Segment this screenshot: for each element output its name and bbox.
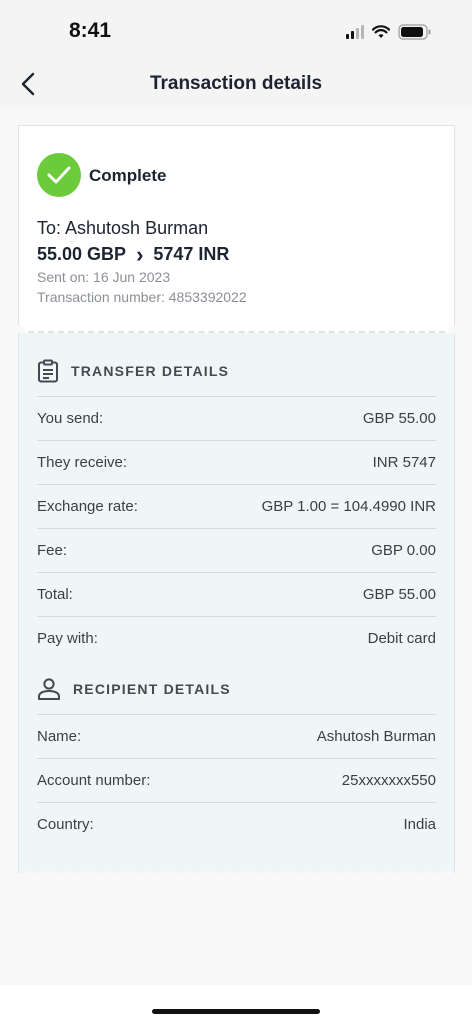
details-card: TRANSFER DETAILS You send: GBP 55.00 The… <box>18 333 455 873</box>
detail-label: You send: <box>37 410 104 427</box>
detail-label: They receive: <box>37 454 128 471</box>
detail-row-fee: Fee: GBP 0.00 <box>37 528 436 572</box>
send-amount: 55.00 GBP <box>37 244 127 264</box>
detail-value: India <box>403 816 436 833</box>
detail-label: Pay with: <box>37 630 98 647</box>
battery-icon <box>398 24 431 40</box>
detail-row-you-send: You send: GBP 55.00 <box>37 396 436 440</box>
detail-value: Debit card <box>367 630 436 647</box>
detail-value: GBP 55.00 <box>362 410 436 427</box>
transaction-number: Transaction number: 4853392022 <box>37 289 247 305</box>
status-check-badge <box>37 153 81 197</box>
status-bar: 8:41 <box>0 0 472 60</box>
status-time: 8:41 <box>69 19 112 42</box>
sent-on-date: Sent on: 16 Jun 2023 <box>37 269 171 285</box>
person-icon <box>38 678 60 700</box>
detail-label: Fee: <box>37 542 68 559</box>
status-label: Complete <box>89 166 167 185</box>
detail-row-they-receive: They receive: INR 5747 <box>37 440 436 484</box>
detail-value: INR 5747 <box>372 454 436 471</box>
detail-label: Name: <box>37 728 82 745</box>
receive-amount: 5747 INR <box>153 244 230 264</box>
recipient-details-header: RECIPIENT DETAILS <box>37 678 231 700</box>
detail-label: Exchange rate: <box>37 498 138 515</box>
signal-icon <box>346 25 364 39</box>
check-icon <box>47 166 71 184</box>
recipient-row-account-number: Account number: 25xxxxxxx550 <box>37 758 436 802</box>
recipient-line: To: Ashutosh Burman <box>37 218 209 238</box>
ticket-scalloped-edge <box>18 866 455 876</box>
recipient-row-country: Country: India <box>37 802 436 846</box>
detail-row-exchange-rate: Exchange rate: GBP 1.00 = 104.4990 INR <box>37 484 436 528</box>
detail-value: GBP 1.00 = 104.4990 INR <box>261 498 436 515</box>
wifi-icon <box>372 25 390 38</box>
arrow-icon: › <box>136 241 144 267</box>
detail-row-pay-with: Pay with: Debit card <box>37 616 436 660</box>
detail-label: Account number: <box>37 772 151 789</box>
amount-line: 55.00 GBP › 5747 INR <box>37 241 230 267</box>
clipboard-icon <box>38 359 58 383</box>
recipient-row-name: Name: Ashutosh Burman <box>37 714 436 758</box>
nav-bar: Transaction details <box>0 60 472 108</box>
detail-value: 25xxxxxxx550 <box>341 772 436 789</box>
status-icons <box>346 24 432 40</box>
transfer-details-header: TRANSFER DETAILS <box>37 359 229 383</box>
detail-value: GBP 55.00 <box>362 586 436 603</box>
page-title: Transaction details <box>149 73 323 94</box>
detail-value: Ashutosh Burman <box>316 728 436 745</box>
home-indicator-area <box>0 985 472 1024</box>
detail-row-total: Total: GBP 55.00 <box>37 572 436 616</box>
transaction-summary-card: Complete To: Ashutosh Burman 55.00 GBP ›… <box>18 125 455 333</box>
transfer-details-heading: TRANSFER DETAILS <box>71 363 230 379</box>
detail-value: GBP 0.00 <box>371 542 436 559</box>
detail-label: Total: <box>37 586 73 603</box>
home-indicator[interactable] <box>152 1009 320 1014</box>
recipient-details-heading: RECIPIENT DETAILS <box>73 681 231 697</box>
detail-label: Country: <box>37 816 94 833</box>
